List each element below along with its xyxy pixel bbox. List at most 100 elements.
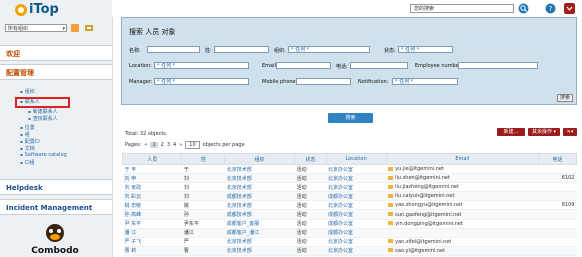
cell-org[interactable]: 北京技术部 [224, 164, 295, 175]
column-header[interactable]: 人员 [121, 153, 183, 165]
cell-location[interactable]: 北京办公室 [326, 164, 387, 175]
itop-logo[interactable]: iTop [15, 2, 75, 22]
phone-input[interactable] [350, 62, 408, 69]
cell-email[interactable] [386, 228, 539, 238]
cell-location[interactable]: 北京办公室 [326, 200, 387, 211]
email-input[interactable] [276, 62, 331, 69]
menu-item-documents[interactable]: 文档 [20, 145, 35, 152]
section-welcome[interactable]: 欢迎 [0, 45, 112, 61]
cell-location[interactable]: 成都办公室 [326, 219, 387, 229]
column-header[interactable]: 组织 [224, 153, 296, 165]
table-row[interactable]: 刘 申刘北京技术部 活动 北京办公室 liu.shen@itgemini.net 610… [122, 173, 577, 184]
manager-select[interactable]: * 任何 * [154, 78, 249, 85]
section-incident-management[interactable]: Incident Management [0, 199, 112, 215]
org-select[interactable]: 所有组织 ▾ [5, 24, 67, 32]
cell-org[interactable]: 成都客户_客服 [224, 219, 295, 229]
cell-org[interactable]: 北京技术部 [224, 246, 295, 256]
cell-org[interactable]: 北京技术部 [224, 237, 295, 247]
cell-location[interactable]: 北京办公室 [326, 182, 387, 193]
menu-item-organization[interactable]: 组织 [20, 88, 35, 95]
section-config-management[interactable]: 配置管理 [0, 64, 112, 80]
menu-item-find-contact[interactable]: 查找联系人 [28, 115, 58, 122]
table-row[interactable]: 潘 江潘江 成都客户_潘江 活动 成都办公室 [122, 228, 577, 238]
table-row[interactable]: 刘 彩云刘成都技术部 活动 成都办公室 liu.caiyun@itgemini.net [122, 191, 577, 202]
new-button[interactable]: 新建... [497, 128, 525, 136]
menu-item-new-contact[interactable]: 新建联系人 [28, 108, 58, 115]
cell-person[interactable]: 尹 东平 [122, 219, 182, 229]
table-row[interactable]: 于 丰于北京技术部 活动 北京办公室 yu.jie@itgemini.net [122, 164, 577, 175]
cell-location[interactable]: 成都办公室 [326, 228, 387, 238]
table-row[interactable]: 曹 莉曹北京技术部 活动 北京办公室 cao.yi@itgemini.net [122, 246, 577, 256]
cell-email[interactable]: sun.gaofeng@itgemini.net [386, 209, 539, 220]
name-input[interactable] [147, 46, 200, 53]
cell-person[interactable]: 刘 家政 [122, 182, 182, 193]
table-row[interactable]: 尹 东平 尹东平 成都客户_客服 活动 成都办公室 yin.dongping@itgemi… [122, 219, 577, 229]
column-header[interactable]: Location [325, 153, 387, 165]
cell-org[interactable]: 北京技术部 [224, 182, 295, 193]
search-icon[interactable] [518, 3, 529, 14]
table-row[interactable]: 严 子飞严北京技术部 活动 北京办公室 yan.zifei@itgemini.net [122, 237, 577, 247]
first-page-icon[interactable]: « [144, 142, 147, 148]
cell-person[interactable]: 严 子飞 [122, 237, 182, 247]
cell-person[interactable]: 姚 忠敏 [122, 200, 182, 211]
cell-location[interactable]: 成都办公室 [326, 209, 387, 220]
status-select[interactable]: * 任何 * [398, 46, 453, 53]
menu-item-location[interactable]: 位置 [20, 124, 35, 131]
per-page-select[interactable]: 10 [185, 141, 200, 149]
cell-person[interactable]: 刘 申 [122, 173, 182, 184]
table-row[interactable]: 刘 家政刘北京技术部 活动 北京办公室 liu.jiazheng@itgemini.n… [122, 182, 577, 193]
cell-person[interactable]: 刘 彩云 [122, 191, 182, 202]
cell-person[interactable]: 于 丰 [122, 164, 182, 175]
cell-email[interactable]: liu.jiazheng@itgemini.net [386, 182, 539, 193]
global-search-input[interactable]: 您的搜索 [410, 4, 514, 13]
page-link[interactable]: 4 [173, 142, 176, 148]
location-select[interactable]: * 任何 * [154, 62, 249, 69]
cell-org[interactable]: 北京技术部 [224, 200, 295, 211]
table-row[interactable]: 孙 高峰孙成都技术部 活动 成都办公室 sun.gaofeng@itgemini.ne… [122, 209, 577, 220]
column-header[interactable]: 状态 [294, 153, 327, 165]
page-link[interactable]: 3 [167, 142, 170, 148]
cell-email[interactable]: yu.jie@itgemini.net [386, 164, 539, 175]
cell-person[interactable]: 曹 莉 [122, 246, 182, 256]
section-helpdesk[interactable]: Helpdesk [0, 179, 112, 195]
help-icon[interactable]: ? [545, 3, 556, 14]
page-link[interactable]: 2 [161, 142, 164, 148]
page-link[interactable]: 1 [150, 142, 158, 148]
cell-email[interactable]: liu.shen@itgemini.net [386, 173, 539, 184]
cell-org[interactable]: 成都客户_潘江 [224, 228, 295, 238]
mobile-input[interactable] [296, 78, 351, 85]
cell-location[interactable]: 北京办公室 [326, 173, 387, 184]
search-tab[interactable]: 搜索 [328, 113, 373, 123]
list-tools-button[interactable]: ✕▾ [563, 128, 577, 136]
cell-location[interactable]: 成都办公室 [326, 191, 387, 202]
cell-org[interactable]: 成都技术部 [224, 191, 295, 202]
surname-input[interactable] [214, 46, 269, 53]
cell-location[interactable]: 北京办公室 [326, 246, 387, 256]
cell-email[interactable]: cao.yi@itgemini.net [386, 246, 539, 256]
cell-email[interactable]: liu.caiyun@itgemini.net [386, 191, 539, 202]
cell-org[interactable]: 北京技术部 [224, 173, 295, 184]
column-header[interactable]: 姓 [181, 153, 226, 165]
column-header[interactable]: Email [385, 153, 539, 165]
menu-item-config-ci[interactable]: 配置CI [20, 138, 40, 145]
cell-org[interactable]: 成都技术部 [224, 209, 295, 220]
org-select-field[interactable]: * 任何 * [288, 46, 370, 53]
menu-item-ci-group[interactable]: CI组 [20, 159, 35, 166]
cell-person[interactable]: 潘 江 [122, 228, 182, 238]
notification-select[interactable]: * 任何 * [392, 78, 458, 85]
user-menu-icon[interactable] [564, 3, 575, 14]
search-button[interactable]: 搜索 [557, 94, 573, 102]
other-actions-button[interactable]: 其余操作 ▾ [528, 128, 560, 136]
table-row[interactable]: 姚 忠敏姚北京技术部 活动 北京办公室 yao.zhongyu@itgemini.ne… [122, 200, 577, 211]
cell-email[interactable]: yan.zifei@itgemini.net [386, 237, 539, 247]
config-icon[interactable] [84, 24, 94, 32]
cell-email[interactable]: yao.zhongyu@itgemini.net [386, 200, 539, 211]
cell-person[interactable]: 孙 高峰 [122, 209, 182, 220]
menu-item-group[interactable]: 组 [20, 131, 30, 138]
cell-email[interactable]: yin.dongping@itgemini.net [386, 219, 539, 229]
menu-item-software-catalog[interactable]: Software catalog [20, 152, 67, 158]
cell-location[interactable]: 北京办公室 [326, 237, 387, 247]
org-apply-button[interactable] [71, 24, 79, 32]
last-page-icon[interactable]: » [179, 142, 182, 148]
column-header[interactable]: 电话 [537, 153, 578, 165]
